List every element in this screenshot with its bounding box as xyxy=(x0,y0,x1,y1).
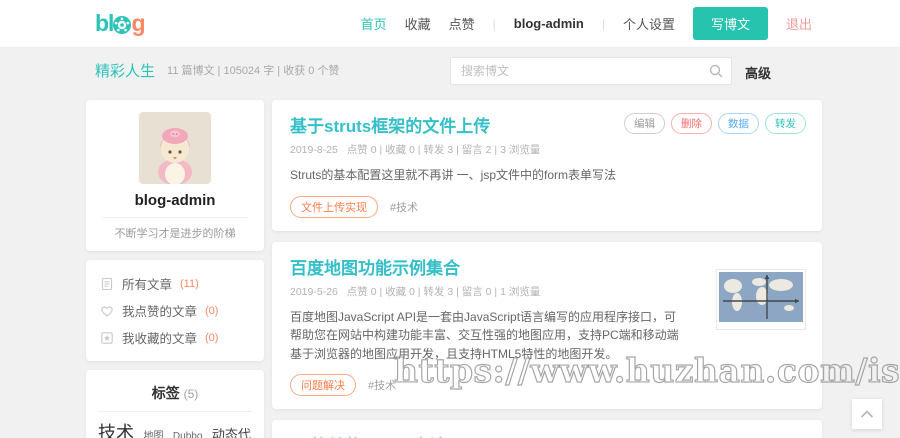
article-stats: 点赞 0 | 收藏 0 | 转发 3 | 留言 2 | 3 浏览量 xyxy=(346,144,541,156)
document-icon xyxy=(101,277,113,290)
tags-card: 标签 (5) 技术 地图 Dubbo 动态代理 适配器设计模式 xyxy=(86,370,264,438)
tag-item[interactable]: Dubbo xyxy=(173,431,202,438)
search-icon[interactable] xyxy=(708,63,724,79)
menu-label: 我收藏的文章 xyxy=(122,332,198,346)
nav-divider: | xyxy=(601,16,605,31)
logout-link[interactable]: 退出 xyxy=(786,14,812,33)
menu-count: (0) xyxy=(205,331,219,344)
sidebar-item-collected-articles[interactable]: 我收藏的文章 (0) xyxy=(100,324,250,351)
profile-divider xyxy=(102,217,248,218)
article-title[interactable]: git简单使用码云方法 xyxy=(290,432,804,438)
menu-label: 我点赞的文章 xyxy=(122,305,198,319)
sidebar-item-liked-articles[interactable]: 我点赞的文章 (0) xyxy=(100,297,250,324)
nav-username[interactable]: blog-admin xyxy=(514,16,584,31)
article-list: 基于struts框架的文件上传 编辑 删除 数据 转发 2019-8-25 点赞… xyxy=(272,100,822,438)
article-tag-pill[interactable]: 文件上传实现 xyxy=(290,195,378,218)
blog-name[interactable]: 精彩人生 xyxy=(95,60,155,81)
edit-button[interactable]: 编辑 xyxy=(624,113,665,134)
tag-item[interactable]: 地图 xyxy=(143,431,163,438)
article-stats: 点赞 0 | 收藏 0 | 转发 3 | 留言 0 | 1 浏览量 xyxy=(346,285,541,298)
blog-stats: 11 篇博文 | 105024 字 | 收获 0 个赞 xyxy=(167,65,340,77)
nav-like[interactable]: 点赞 xyxy=(449,14,475,33)
article-card: 百度地图功能示例集合 2019-5-26 点赞 0 | 收藏 0 | 转发 3 … xyxy=(272,241,822,410)
article-card: 基于struts框架的文件上传 编辑 删除 数据 转发 2019-8-25 点赞… xyxy=(272,100,822,231)
menu-count: (0) xyxy=(205,304,219,317)
sidebar-item-all-articles[interactable]: 所有文章 (11) xyxy=(100,270,250,297)
nav-home[interactable]: 首页 xyxy=(361,14,387,33)
chevron-up-icon xyxy=(860,410,874,418)
tag-item[interactable]: 技术 xyxy=(98,423,134,438)
article-excerpt: Struts的基本配置这里就不再讲 一、jsp文件中的form表单写法 xyxy=(290,168,617,182)
article-tags: 文件上传实现 #技术 xyxy=(290,195,804,218)
blog-logo[interactable]: bl g xyxy=(95,10,146,37)
advanced-search-link[interactable]: 高级 xyxy=(745,63,771,82)
search-box xyxy=(450,57,732,85)
write-post-button[interactable]: 写博文 xyxy=(692,7,768,40)
data-button[interactable]: 数据 xyxy=(718,113,759,134)
heart-icon xyxy=(101,305,113,317)
blog-info-bar: 精彩人生 11 篇博文 | 105024 字 | 收获 0 个赞 xyxy=(95,48,339,92)
tags-header: 标签 (5) xyxy=(98,379,252,411)
page: bl g 首页 收藏 点赞 | blog-admin | 个人设置 写博文 退出 xyxy=(0,0,900,438)
article-actions: 编辑 删除 数据 转发 xyxy=(624,113,806,134)
search-input[interactable] xyxy=(450,57,732,85)
article-date: 2019-5-26 xyxy=(290,285,338,298)
delete-button[interactable]: 删除 xyxy=(671,113,712,134)
star-box-icon xyxy=(101,331,113,344)
menu-label: 所有文章 xyxy=(122,278,173,292)
sidebar-menu-card: 所有文章 (11) 我点赞的文章 (0) 我收藏的文章 (0) xyxy=(86,260,264,361)
nav-collect[interactable]: 收藏 xyxy=(405,14,431,33)
forward-button[interactable]: 转发 xyxy=(765,113,806,134)
profile-motto: 不断学习才是进步的阶梯 xyxy=(114,228,236,240)
world-map-image xyxy=(719,271,803,322)
menu-count: (11) xyxy=(180,277,199,290)
avatar[interactable] xyxy=(139,112,211,184)
nav-settings[interactable]: 个人设置 xyxy=(623,14,675,33)
tags-title: 标签 xyxy=(151,385,180,401)
article-date: 2019-8-25 xyxy=(290,144,338,156)
tags-count: (5) xyxy=(183,387,199,401)
article-thumbnail[interactable] xyxy=(716,268,806,330)
article-tags: 问题解决 #技术 xyxy=(290,374,804,397)
article-category[interactable]: #技术 xyxy=(390,199,418,215)
main-nav: 首页 收藏 点赞 | blog-admin | 个人设置 写博文 退出 xyxy=(361,7,812,40)
gear-icon xyxy=(113,15,132,34)
sidebar: blog-admin 不断学习才是进步的阶梯 所有文章 (11) 我点赞的文章 xyxy=(86,100,264,438)
article-card: git简单使用码云方法 2018-8-26 点赞 0 | 收藏 0 | 转发 0… xyxy=(272,420,822,438)
article-tag-pill[interactable]: 问题解决 xyxy=(290,374,356,397)
article-category[interactable]: #技术 xyxy=(368,377,396,393)
logo-text-bl: bl xyxy=(95,10,114,36)
top-header: bl g 首页 收藏 点赞 | blog-admin | 个人设置 写博文 退出 xyxy=(0,0,900,48)
nav-divider: | xyxy=(492,16,496,31)
article-meta: 2019-8-25 点赞 0 | 收藏 0 | 转发 3 | 留言 2 | 3 … xyxy=(290,142,804,157)
scroll-to-top-button[interactable] xyxy=(852,399,882,429)
profile-username: blog-admin xyxy=(134,192,216,209)
tag-cloud: 技术 地图 Dubbo 动态代理 适配器设计模式 xyxy=(98,411,252,438)
profile-card: blog-admin 不断学习才是进步的阶梯 xyxy=(86,100,264,251)
logo-text-g: g xyxy=(131,10,145,36)
